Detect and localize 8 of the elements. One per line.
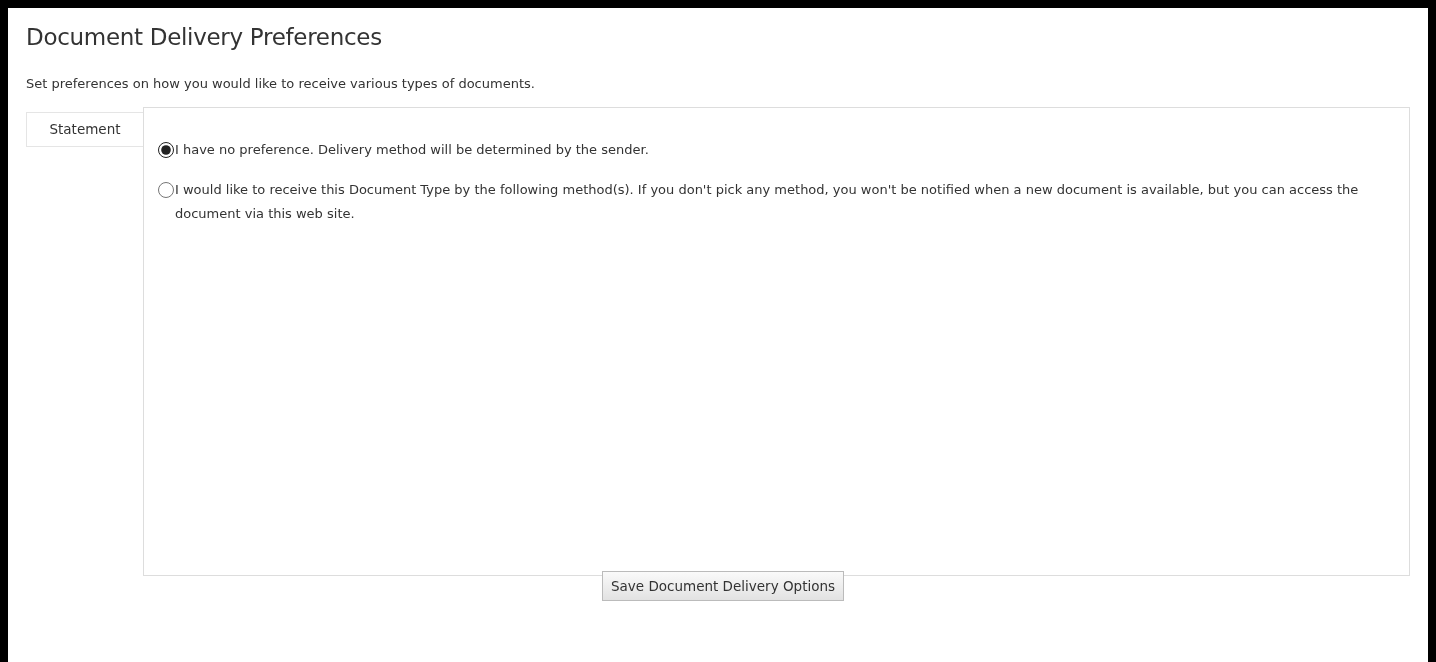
option-label: I would like to receive this Document Type by the following method(s). If you don't pick any method, you won't be notified when a new document is available, but you can access the document via this web site.	[175, 181, 1360, 224]
page-title: Document Delivery Preferences	[26, 24, 383, 52]
option-label: I have no preference. Delivery method will be determined by the sender.	[175, 141, 649, 160]
page-description: Set preferences on how you would like to receive various types of documents.	[26, 74, 536, 93]
tab[interactable]: Statement	[26, 112, 143, 148]
radio-button[interactable]	[158, 182, 174, 199]
radio-button[interactable]	[158, 142, 174, 159]
save-button[interactable]: Save Document Delivery Options	[601, 571, 845, 602]
